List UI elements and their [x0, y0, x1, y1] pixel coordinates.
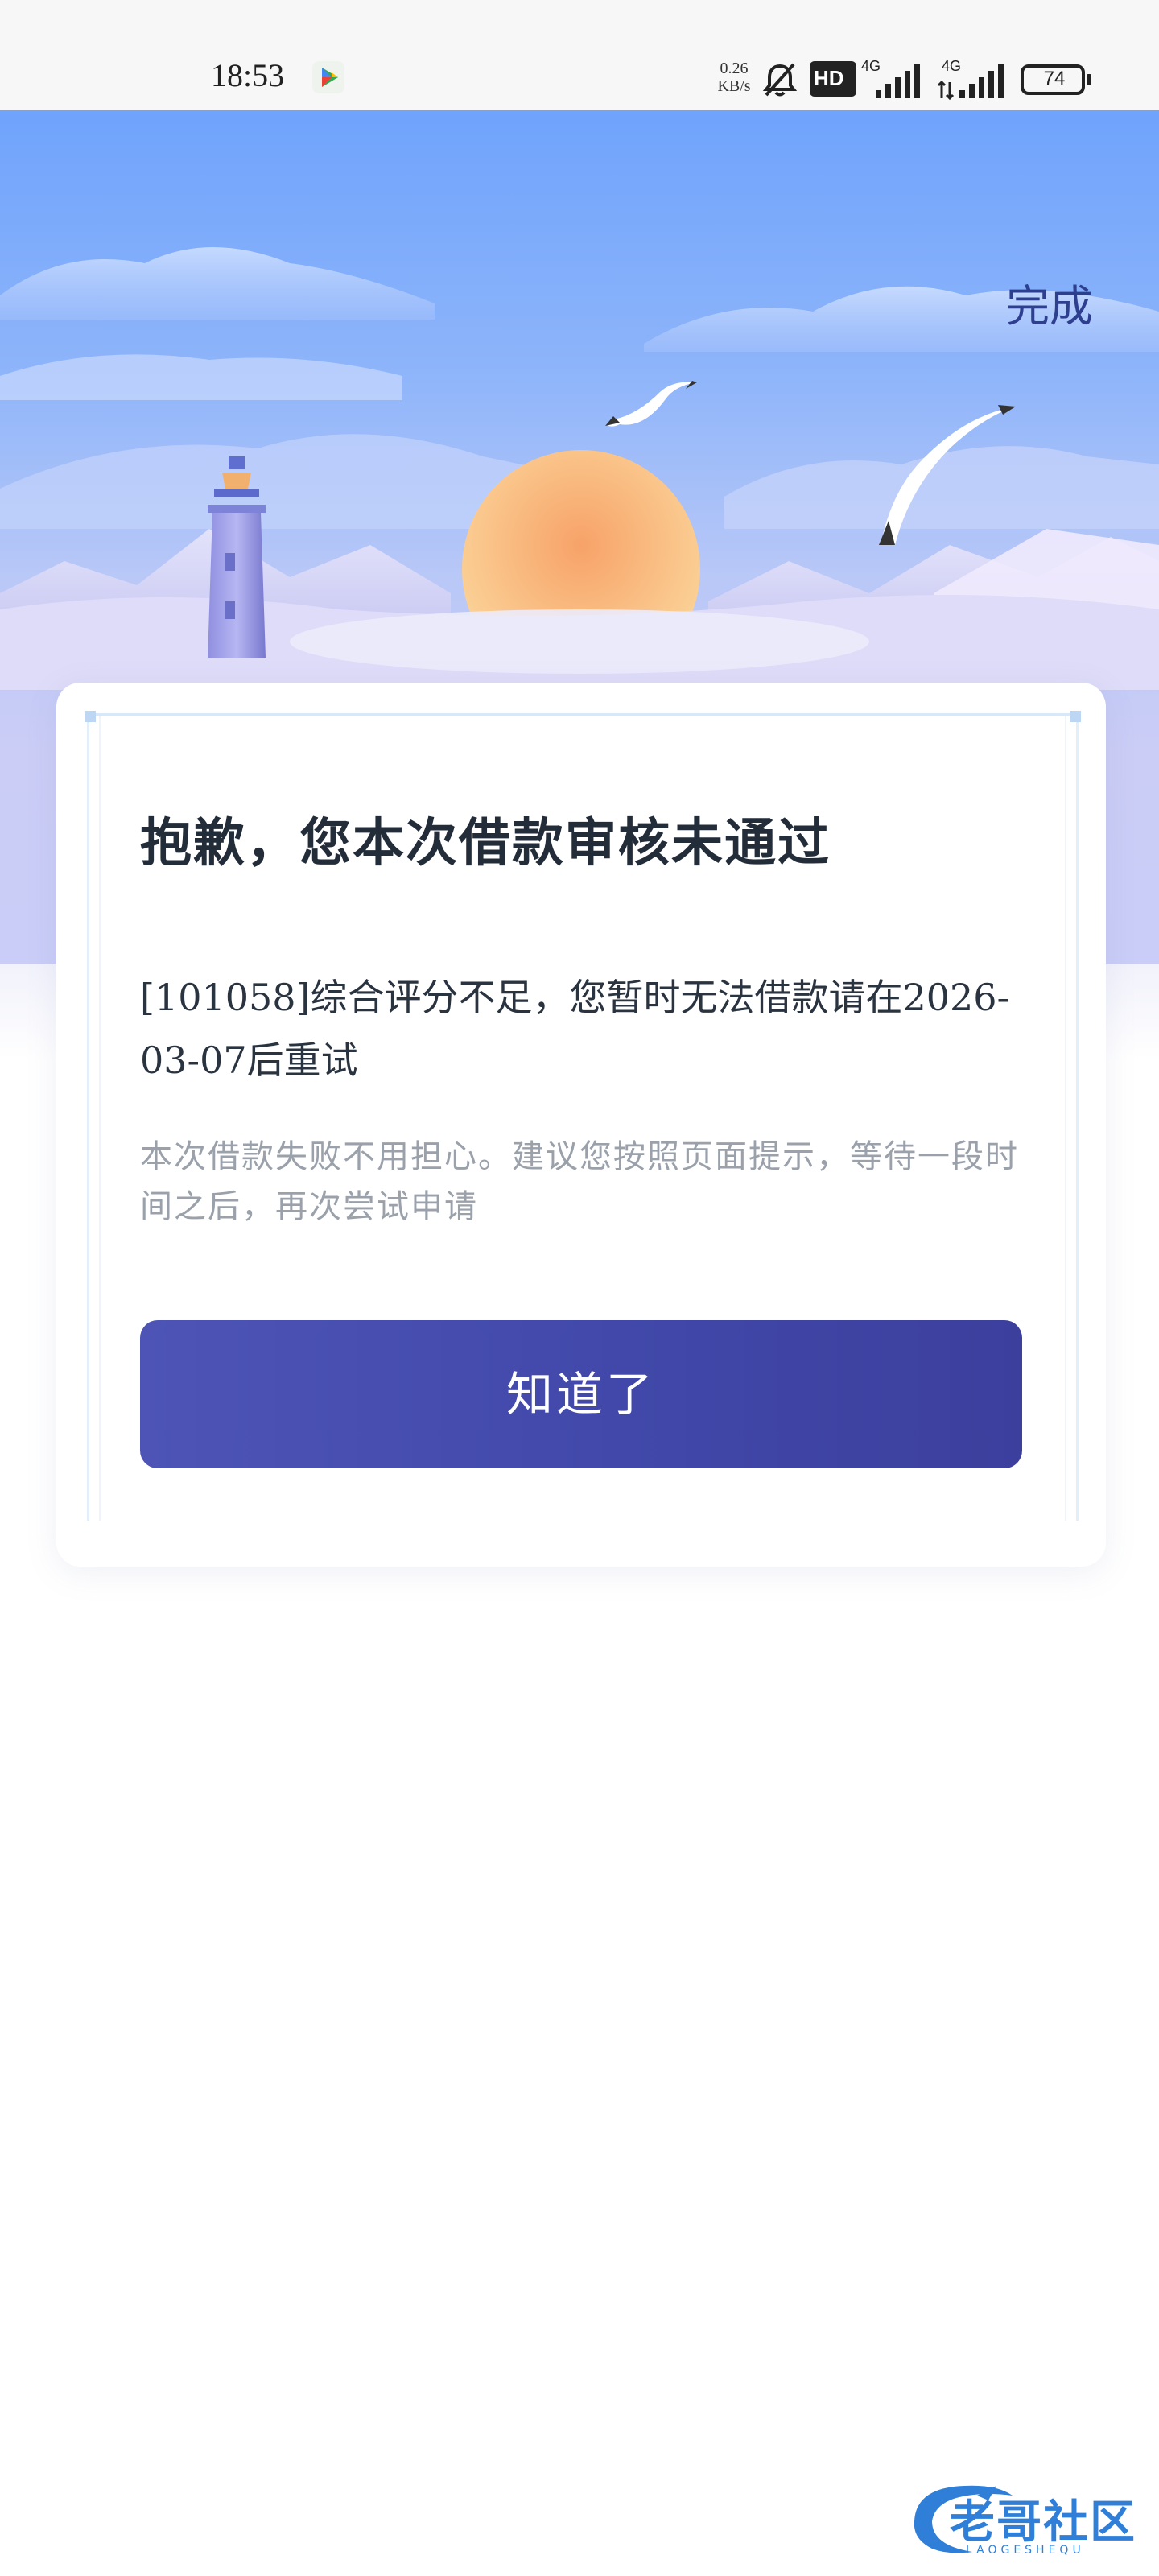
hd-icon: HD: [810, 61, 856, 97]
signal-icon: 4G: [861, 58, 926, 100]
mute-bell-icon: [762, 63, 798, 97]
frame-corner: [85, 711, 96, 722]
got-it-button[interactable]: 知道了: [140, 1320, 1022, 1468]
done-button[interactable]: 完成: [1006, 270, 1093, 334]
play-store-icon: [312, 61, 344, 93]
net-speed-value: 0.26: [720, 60, 749, 77]
frame-line: [99, 716, 101, 1521]
battery-level: 74: [1043, 68, 1066, 89]
net-speed-unit: KB/s: [717, 77, 751, 95]
net-speed: 0.26 KB/s: [711, 60, 757, 95]
signal-icon: 4G: [937, 58, 1011, 100]
result-card: 抱歉，您本次借款审核未通过 [101058]综合评分不足，您暂时无法借款请在20…: [56, 683, 1106, 1567]
status-time: 18:53: [211, 57, 285, 93]
result-tip: 本次借款失败不用担心。建议您按照页面提示，等待一段时间之后，再次尝试申请: [140, 1138, 1019, 1225]
watermark-text: 老哥社区: [950, 2496, 1136, 2549]
hd-label: HD: [814, 66, 844, 90]
result-title: 抱歉，您本次借款审核未通过: [140, 813, 831, 873]
status-bar: 18:53 0.26 KB/s HD 4G 4G 74: [0, 0, 1159, 110]
frame-line: [1065, 716, 1066, 1521]
watermark-subtext: LAOGESHEQU: [966, 2544, 1085, 2557]
frame-corner: [1070, 711, 1081, 722]
result-reason: [101058]综合评分不足，您暂时无法借款请在2026-03-07后重试: [140, 976, 1010, 1082]
